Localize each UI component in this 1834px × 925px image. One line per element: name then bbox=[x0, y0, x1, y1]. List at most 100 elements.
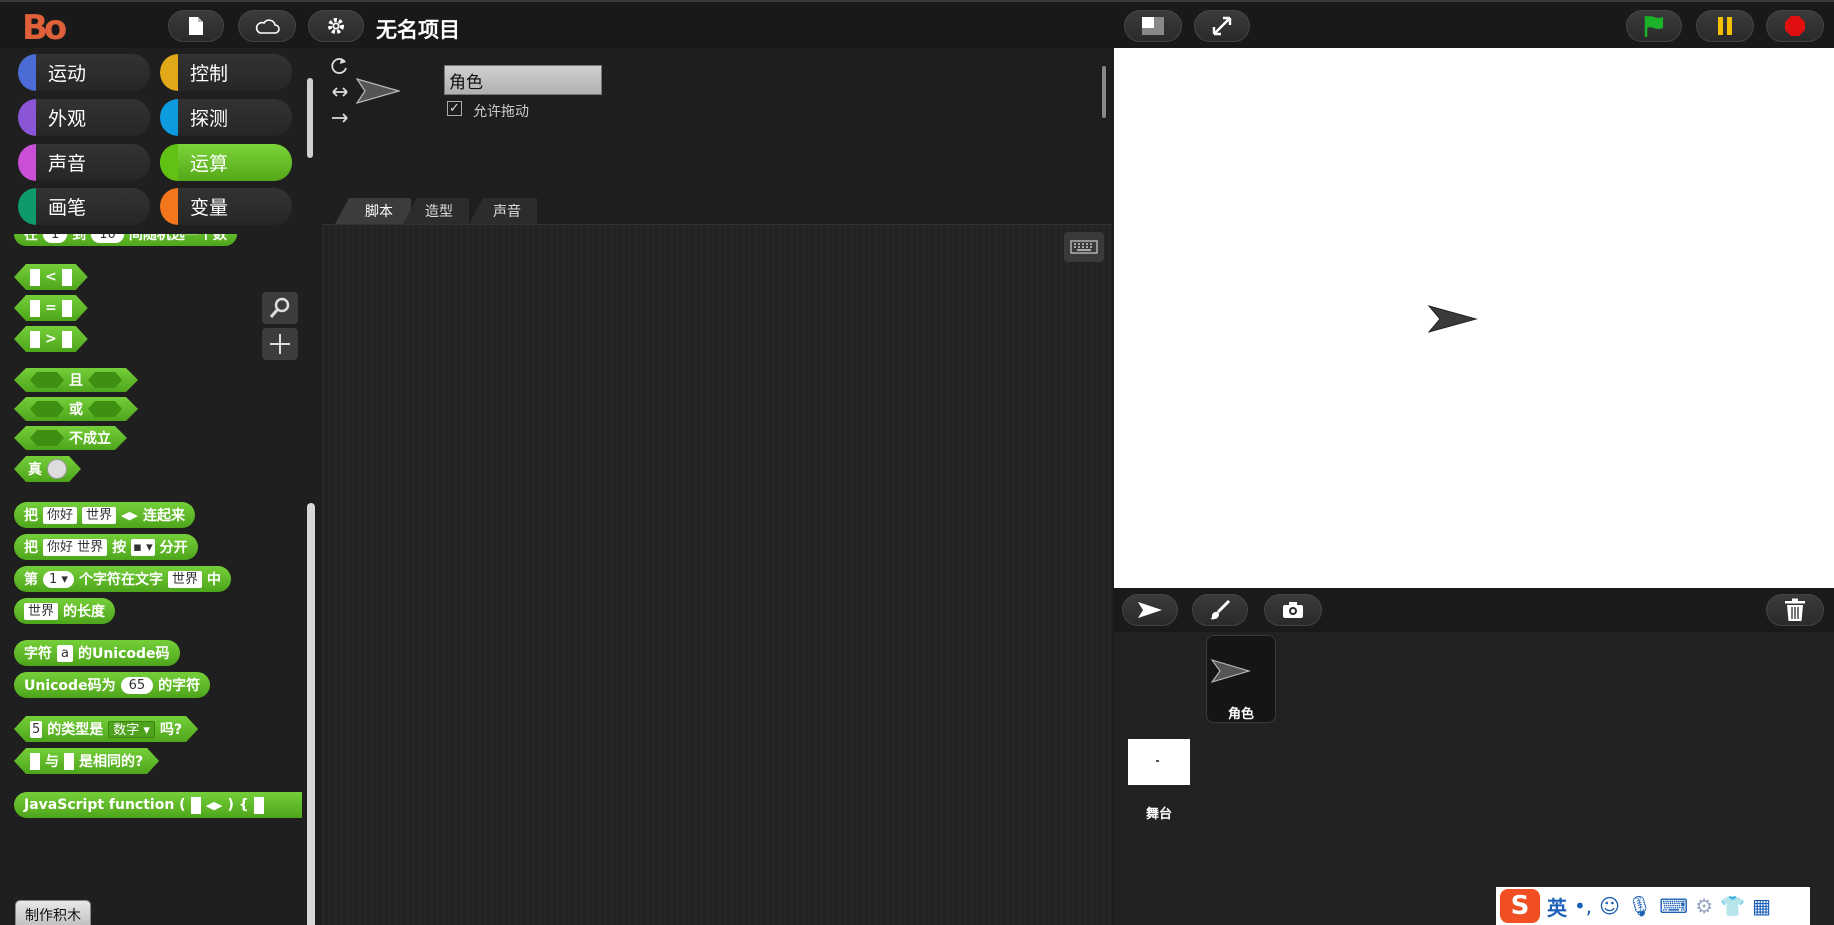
block-random[interactable]: 在 1 到 10 间随机选一个数 bbox=[14, 234, 237, 246]
block-input[interactable]: 世界 bbox=[82, 506, 117, 524]
emoji-icon[interactable]: ☺ bbox=[1599, 894, 1620, 918]
block-input[interactable] bbox=[62, 300, 72, 317]
block-input[interactable]: 1 bbox=[43, 234, 68, 243]
draggable-checkbox[interactable]: ✓ bbox=[447, 101, 462, 116]
category-sound[interactable]: 声音 bbox=[18, 144, 150, 181]
skin-shirt-icon[interactable]: 👕 bbox=[1720, 894, 1745, 918]
cloud-menu-button[interactable] bbox=[238, 10, 296, 42]
block-input[interactable] bbox=[30, 753, 40, 770]
block-input[interactable] bbox=[30, 269, 40, 286]
block-bool-slot[interactable] bbox=[88, 372, 122, 388]
ime-mode-toggle[interactable]: 英 bbox=[1547, 892, 1567, 921]
make-block-button[interactable]: 制作积木 bbox=[15, 900, 91, 925]
block-input[interactable]: 10 bbox=[91, 234, 124, 243]
stop-button[interactable] bbox=[1766, 10, 1824, 42]
stage-thumbnail[interactable] bbox=[1128, 739, 1190, 785]
block-bool-slot[interactable] bbox=[30, 372, 64, 388]
scripting-area[interactable] bbox=[322, 224, 1112, 925]
letter-index-input[interactable]: 1 ▾ bbox=[43, 570, 74, 588]
no-rotation-icon[interactable] bbox=[330, 110, 350, 126]
block-bool-slot[interactable] bbox=[88, 401, 122, 417]
toggle-knob[interactable] bbox=[47, 459, 67, 479]
rotate-left-right-icon[interactable] bbox=[330, 84, 350, 100]
block-input[interactable] bbox=[30, 331, 40, 348]
ime-toolbar[interactable]: S 英 •, ☺ 🎙 ⌨ ⚙ 👕 ▦ bbox=[1496, 887, 1810, 925]
settings-menu-button[interactable] bbox=[308, 10, 364, 42]
more-apps-icon[interactable]: ▦ bbox=[1752, 894, 1771, 918]
rotate-any-direction-icon[interactable] bbox=[330, 56, 350, 76]
block-text: 连起来 bbox=[142, 508, 185, 524]
block-input[interactable]: 65 bbox=[120, 676, 154, 694]
block-letter-of[interactable]: 第 1 ▾ 个字符在文字 世界 中 bbox=[14, 566, 231, 592]
block-text: JavaScript function ( bbox=[24, 797, 186, 813]
paint-new-sprite-button[interactable] bbox=[1192, 594, 1248, 626]
fullscreen-button[interactable] bbox=[1194, 10, 1250, 42]
block-input[interactable]: 5 bbox=[30, 721, 42, 738]
category-looks[interactable]: 外观 bbox=[18, 99, 150, 136]
search-button[interactable] bbox=[262, 292, 298, 324]
file-menu-button[interactable] bbox=[168, 10, 224, 42]
search-icon bbox=[269, 297, 290, 318]
add-turtle-sprite-button[interactable] bbox=[1122, 594, 1178, 626]
green-flag-button[interactable] bbox=[1626, 10, 1682, 42]
block-and[interactable]: 且 bbox=[14, 368, 138, 392]
block-length-of[interactable]: 世界 的长度 bbox=[14, 598, 116, 624]
block-input[interactable]: 世界 bbox=[167, 570, 202, 588]
block-join[interactable]: 把 你好 世界 ◀▶ 连起来 bbox=[14, 502, 195, 528]
block-input[interactable]: 你好 bbox=[43, 506, 78, 524]
block-identical[interactable]: 与 是相同的? bbox=[14, 748, 159, 774]
block-input[interactable] bbox=[253, 796, 264, 814]
block-true[interactable]: 真 bbox=[14, 456, 81, 482]
category-scrollbar[interactable] bbox=[307, 78, 313, 158]
app-logo[interactable]: Bo bbox=[22, 8, 80, 48]
block-input[interactable] bbox=[190, 796, 201, 814]
block-less-than[interactable]: < bbox=[14, 264, 88, 290]
block-input[interactable] bbox=[30, 300, 40, 317]
category-motion[interactable]: 运动 bbox=[18, 54, 150, 91]
type-dropdown[interactable]: 数字 ▾ bbox=[108, 721, 155, 738]
block-greater-than[interactable]: > bbox=[14, 326, 88, 352]
stage-size-toggle-button[interactable] bbox=[1124, 10, 1182, 42]
block-or[interactable]: 或 bbox=[14, 397, 138, 421]
block-input[interactable]: 你好 世界 bbox=[43, 538, 108, 556]
category-variables[interactable]: 变量 bbox=[160, 188, 292, 225]
block-javascript-function[interactable]: JavaScript function ( ◀▶ ) { bbox=[14, 792, 302, 818]
block-input[interactable] bbox=[62, 331, 72, 348]
microphone-icon[interactable]: 🎙 bbox=[1627, 894, 1652, 918]
category-pen[interactable]: 画笔 bbox=[18, 188, 150, 225]
category-operators[interactable]: 运算 bbox=[160, 144, 292, 181]
sprite-bar-scrollbar[interactable] bbox=[1102, 66, 1106, 118]
delete-sprite-button[interactable] bbox=[1766, 594, 1824, 626]
split-dropdown[interactable]: ▪ ▾ bbox=[131, 538, 155, 556]
block-text: Unicode码为 bbox=[24, 678, 116, 694]
block-not[interactable]: 不成立 bbox=[14, 426, 127, 450]
sprite-corral-bar bbox=[1114, 588, 1834, 632]
block-input[interactable] bbox=[62, 269, 72, 286]
block-input[interactable]: a bbox=[57, 644, 73, 662]
block-split[interactable]: 把 你好 世界 按 ▪ ▾ 分开 bbox=[14, 534, 198, 560]
arrows-icon[interactable]: ◀▶ bbox=[121, 509, 138, 522]
keyboard-icon[interactable]: ⌨ bbox=[1659, 894, 1688, 918]
block-equals[interactable]: = bbox=[14, 295, 88, 321]
sprite-name-input[interactable]: 角色 bbox=[444, 65, 602, 95]
block-input[interactable] bbox=[64, 753, 74, 770]
palette-scrollbar[interactable] bbox=[307, 503, 315, 925]
take-camera-snapshot-button[interactable] bbox=[1264, 594, 1322, 626]
add-button[interactable] bbox=[262, 328, 298, 360]
ime-punctuation-toggle[interactable]: •, bbox=[1574, 894, 1592, 918]
block-type-of[interactable]: 5 的类型是 数字 ▾ 吗? bbox=[14, 716, 198, 742]
block-unicode-of[interactable]: 字符 a 的Unicode码 bbox=[14, 640, 180, 666]
stage[interactable] bbox=[1114, 48, 1834, 588]
block-bool-slot[interactable] bbox=[30, 430, 64, 446]
block-bool-slot[interactable] bbox=[30, 401, 64, 417]
sprite-arrow-icon[interactable] bbox=[1428, 304, 1478, 334]
sogou-logo-icon[interactable]: S bbox=[1500, 889, 1540, 923]
block-unicode-as-letter[interactable]: Unicode码为 65 的字符 bbox=[14, 672, 211, 698]
block-input[interactable]: 世界 bbox=[24, 602, 59, 620]
keyboard-entry-button[interactable] bbox=[1064, 232, 1104, 262]
pause-button[interactable] bbox=[1696, 10, 1754, 42]
toolbox-icon[interactable]: ⚙ bbox=[1695, 894, 1713, 918]
category-sensing[interactable]: 探测 bbox=[160, 99, 292, 136]
category-control[interactable]: 控制 bbox=[160, 54, 292, 91]
arrows-icon[interactable]: ◀▶ bbox=[206, 799, 223, 812]
